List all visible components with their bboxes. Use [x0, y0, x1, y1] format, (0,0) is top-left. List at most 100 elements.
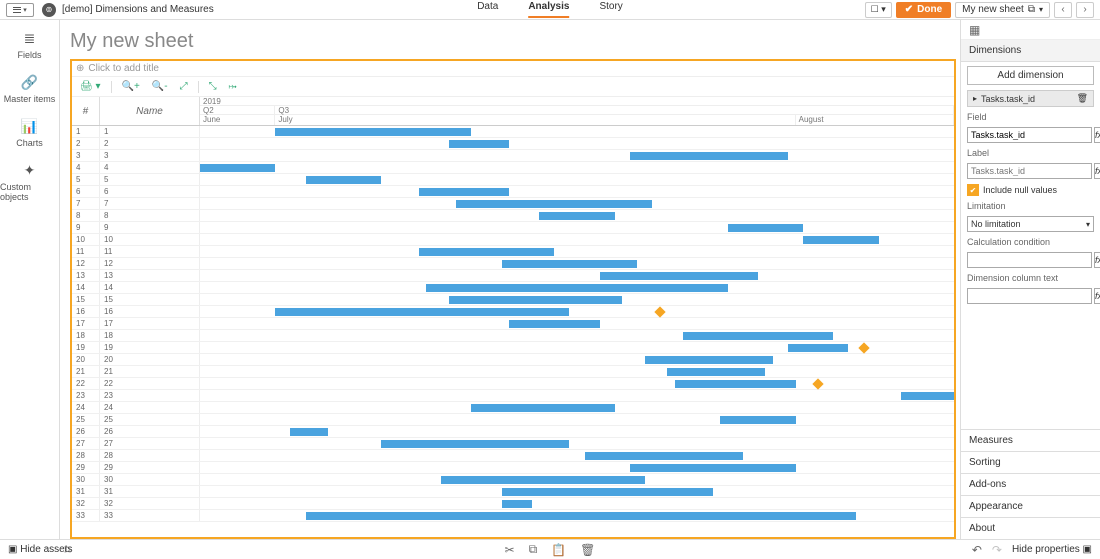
chart-title-placeholder[interactable]: Click to add title — [88, 63, 159, 74]
gantt-row[interactable]: 2020 — [72, 354, 954, 366]
section-appearance[interactable]: Appearance — [961, 495, 1100, 517]
collapse-icon[interactable]: ⤠ — [227, 81, 239, 92]
gantt-row[interactable]: 2525 — [72, 414, 954, 426]
cut-icon[interactable]: ✂ — [505, 543, 515, 557]
field-input[interactable] — [967, 127, 1092, 143]
label-input[interactable] — [967, 163, 1092, 179]
gantt-bar[interactable] — [788, 344, 848, 352]
gantt-row[interactable]: 22 — [72, 138, 954, 150]
calc-fx-button[interactable]: fx — [1094, 252, 1100, 268]
milestone-icon[interactable] — [858, 342, 869, 353]
gantt-row[interactable]: 66 — [72, 186, 954, 198]
dim-col-text-input[interactable] — [967, 288, 1092, 304]
fit-icon[interactable]: ⤢ — [178, 81, 190, 92]
dim-col-fx-button[interactable]: fx — [1094, 288, 1100, 304]
gantt-bar[interactable] — [502, 260, 638, 268]
gantt-bar[interactable] — [675, 380, 796, 388]
calc-condition-input[interactable] — [967, 252, 1092, 268]
gantt-bar[interactable] — [502, 488, 713, 496]
gantt-row[interactable]: 2929 — [72, 462, 954, 474]
gantt-row[interactable]: 44 — [72, 162, 954, 174]
gantt-row[interactable]: 99 — [72, 222, 954, 234]
rail-item-charts[interactable]: 📊Charts — [16, 118, 43, 148]
gantt-bar[interactable] — [901, 392, 954, 400]
gantt-row[interactable]: 2424 — [72, 402, 954, 414]
gantt-row[interactable]: 1616 — [72, 306, 954, 318]
milestone-icon[interactable] — [813, 378, 824, 389]
gantt-bar[interactable] — [720, 416, 795, 424]
gantt-bar[interactable] — [449, 140, 509, 148]
gantt-bar[interactable] — [306, 176, 381, 184]
tab-data[interactable]: Data — [477, 1, 498, 18]
gantt-bar[interactable] — [585, 452, 743, 460]
rail-item-fields[interactable]: ≣Fields — [17, 30, 41, 60]
sheet-title[interactable]: My new sheet — [70, 30, 956, 53]
gantt-bar[interactable] — [683, 332, 834, 340]
gantt-bar[interactable] — [600, 272, 758, 280]
gantt-bar[interactable] — [275, 128, 471, 136]
gantt-row[interactable]: 1111 — [72, 246, 954, 258]
undo-icon[interactable]: ↶ — [972, 543, 982, 557]
gantt-row[interactable]: 2828 — [72, 450, 954, 462]
gantt-row[interactable]: 2121 — [72, 366, 954, 378]
redo-icon[interactable]: ↷ — [992, 543, 1002, 557]
gantt-bar[interactable] — [426, 284, 728, 292]
gantt-row[interactable]: 1818 — [72, 330, 954, 342]
gantt-bar[interactable] — [509, 320, 599, 328]
tab-story[interactable]: Story — [599, 1, 622, 18]
gantt-bar[interactable] — [667, 368, 765, 376]
gantt-row[interactable]: 2626 — [72, 426, 954, 438]
gantt-row[interactable]: 2727 — [72, 438, 954, 450]
milestone-icon[interactable] — [654, 306, 665, 317]
label-fx-button[interactable]: fx — [1094, 163, 1100, 179]
section-dimensions[interactable]: Dimensions — [961, 40, 1100, 62]
gantt-row[interactable]: 1313 — [72, 270, 954, 282]
gantt-row[interactable]: 1515 — [72, 294, 954, 306]
hide-assets-button[interactable]: ▣ Hide assets — [8, 544, 72, 555]
gantt-row[interactable]: 77 — [72, 198, 954, 210]
gantt-bar[interactable] — [290, 428, 328, 436]
gantt-row[interactable]: 2222 — [72, 378, 954, 390]
gantt-bar[interactable] — [539, 212, 614, 220]
zoom-out-icon[interactable]: 🔍- — [150, 81, 170, 92]
column-index[interactable]: # — [72, 97, 100, 125]
gantt-bar[interactable] — [803, 236, 878, 244]
section-about[interactable]: About — [961, 517, 1100, 539]
gantt-bar[interactable] — [502, 500, 532, 508]
column-name[interactable]: Name — [100, 97, 200, 125]
gantt-row[interactable]: 1212 — [72, 258, 954, 270]
hide-properties-button[interactable]: Hide properties ▣ — [1012, 544, 1092, 555]
gantt-bar[interactable] — [419, 248, 555, 256]
gantt-bar[interactable] — [381, 440, 570, 448]
prev-sheet-button[interactable]: ‹ — [1054, 2, 1072, 18]
done-button[interactable]: ✔Done — [896, 2, 951, 18]
tab-analysis[interactable]: Analysis — [528, 1, 569, 18]
rail-item-master-items[interactable]: 🔗Master items — [4, 74, 56, 104]
gantt-bar[interactable] — [456, 200, 652, 208]
gantt-row[interactable]: 1414 — [72, 282, 954, 294]
gantt-row[interactable]: 2323 — [72, 390, 954, 402]
copy-icon[interactable]: ⧉ — [529, 542, 538, 557]
print-icon[interactable]: 🖨 ▾ — [78, 81, 103, 92]
gantt-row[interactable]: 3232 — [72, 498, 954, 510]
gantt-row[interactable]: 1919 — [72, 342, 954, 354]
device-icon[interactable]: ⌑ — [64, 543, 70, 557]
gantt-row[interactable]: 3030 — [72, 474, 954, 486]
gantt-bar[interactable] — [441, 476, 645, 484]
gantt-row[interactable]: 55 — [72, 174, 954, 186]
gantt-row[interactable]: 3131 — [72, 486, 954, 498]
gantt-bar[interactable] — [630, 152, 788, 160]
limitation-dropdown[interactable]: No limitation▾ — [967, 216, 1094, 232]
gantt-bar[interactable] — [630, 464, 796, 472]
expand-handle-icon[interactable]: ⊕ — [76, 63, 84, 74]
gantt-bar[interactable] — [306, 512, 856, 520]
chart-object[interactable]: ⊕ Click to add title 🖨 ▾ 🔍+ 🔍- ⤢ ⤡ ⤠ # N… — [70, 59, 956, 539]
gantt-bar[interactable] — [449, 296, 622, 304]
paste-icon[interactable]: 📋 — [551, 543, 566, 557]
gantt-bar[interactable] — [471, 404, 614, 412]
section-sorting[interactable]: Sorting — [961, 451, 1100, 473]
expand-icon[interactable]: ⤡ — [207, 81, 219, 92]
gantt-row[interactable]: 1717 — [72, 318, 954, 330]
delete-icon[interactable]: 🗑 — [580, 543, 595, 557]
zoom-in-icon[interactable]: 🔍+ — [120, 81, 142, 92]
